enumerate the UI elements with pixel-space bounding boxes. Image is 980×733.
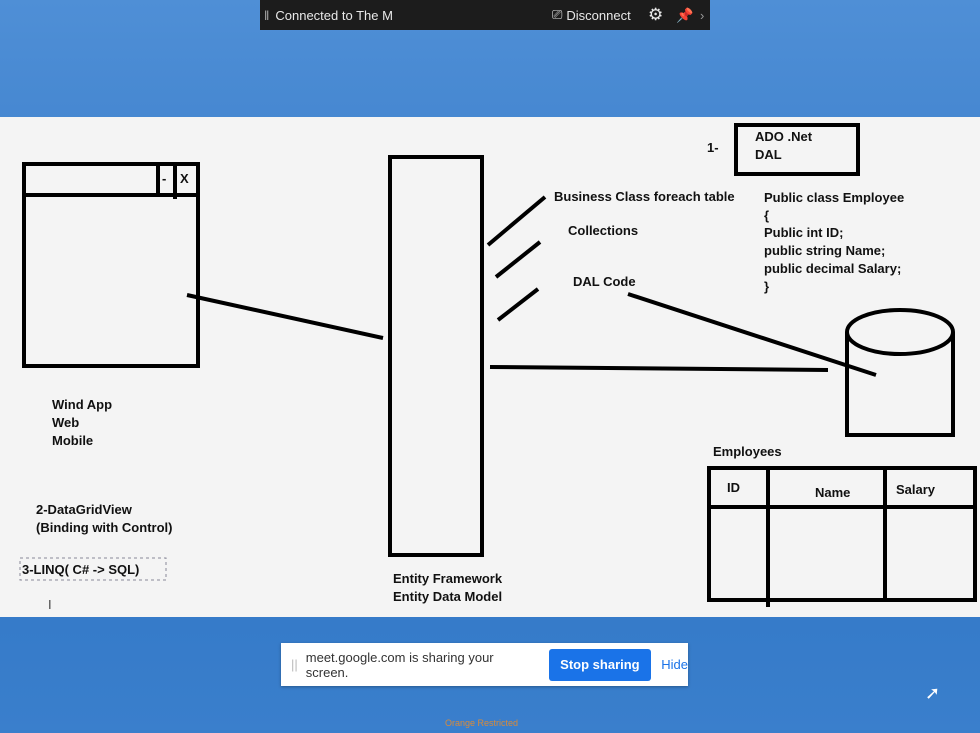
code-line: public decimal Salary; — [764, 261, 902, 276]
disconnect-button[interactable]: ⎚ Disconnect — [552, 7, 631, 23]
code-line: { — [764, 208, 770, 223]
label-business-class: Business Class foreach table — [554, 189, 735, 204]
hide-button[interactable]: Hide — [661, 657, 688, 672]
disconnect-icon: ⎚ — [552, 7, 563, 22]
text-cursor-icon: I — [48, 597, 52, 612]
gear-icon[interactable]: ⚙ — [648, 5, 663, 25]
code-line: Public int ID; — [764, 225, 844, 240]
connector-line — [186, 293, 384, 340]
table-title: Employees — [713, 444, 782, 459]
code-line: public string Name; — [764, 243, 886, 258]
remote-connection-bar: ‖ Connected to The M ⎚ Disconnect ⚙ 📌 › — [260, 0, 710, 30]
pin-icon[interactable]: 📌 — [676, 7, 693, 24]
label-entity-framework: Entity Framework — [393, 571, 503, 586]
classification-label: Orange Restricted — [445, 718, 519, 728]
label-binding: (Binding with Control) — [36, 520, 173, 535]
label-dal: DAL — [755, 147, 782, 162]
close-mark: X — [180, 171, 189, 186]
table-header-id: ID — [727, 480, 740, 495]
mouse-pointer-icon: ➚ — [925, 683, 941, 703]
database-icon — [845, 308, 955, 356]
table-header-name: Name — [815, 485, 851, 500]
label-ado: ADO .Net — [755, 129, 813, 144]
chevron-right-icon[interactable]: › — [700, 8, 704, 23]
label-web: Web — [52, 415, 80, 430]
entity-framework-box — [388, 155, 484, 557]
share-message: meet.google.com is sharing your screen. — [305, 649, 494, 680]
stop-sharing-button[interactable]: Stop sharing — [548, 648, 652, 681]
code-line: } — [764, 279, 770, 294]
drag-handle[interactable]: || — [291, 657, 298, 672]
connection-title: Connected to The M — [275, 7, 393, 23]
label-linq[interactable]: 3-LINQ( C# -> SQL) — [22, 561, 139, 579]
label-mobile: Mobile — [52, 433, 94, 448]
label-entity-data-model: Entity Data Model — [393, 589, 503, 604]
label-item1: 1- — [707, 140, 719, 155]
screen-share-bar: || meet.google.com is sharing your scree… — [281, 643, 688, 686]
label-collections: Collections — [568, 223, 639, 238]
minimize-mark: - — [162, 171, 167, 186]
table-header-salary: Salary — [896, 482, 936, 497]
code-line: Public class Employee — [764, 190, 905, 205]
drag-handle[interactable]: ‖ — [264, 8, 269, 23]
label-dal-code: DAL Code — [573, 274, 636, 289]
label-wind-app: Wind App — [52, 397, 113, 412]
whiteboard: - X Wind App Web Mobile 2-DataGridView (… — [0, 117, 980, 617]
label-datagridview: 2-DataGridView — [36, 502, 132, 517]
